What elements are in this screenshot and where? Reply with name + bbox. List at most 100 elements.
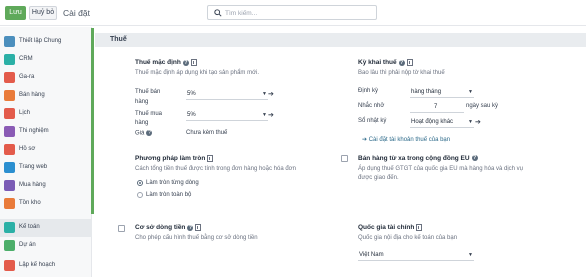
settings-app-sidebar: Thiết lập Chung CRM Ga-ra Bán hàng Lịch … bbox=[0, 27, 92, 277]
lab-app-icon bbox=[4, 126, 15, 137]
eu-oss-checkbox[interactable] bbox=[341, 155, 348, 162]
journal-value: Hoạt động khác bbox=[411, 119, 454, 125]
rounding-heading: Phương pháp làm tròn bbox=[135, 155, 214, 163]
company-building-icon bbox=[207, 155, 214, 162]
arrow-right-icon: ➔ bbox=[362, 137, 369, 143]
sidebar-item-label: Tồn kho bbox=[19, 200, 41, 206]
sidebar-item-planning[interactable]: Lập kế hoạch bbox=[0, 257, 92, 275]
sidebar-item-label: Thi nghiệm bbox=[19, 128, 49, 134]
price-label-text: Giá bbox=[135, 130, 145, 137]
journal-label: Sổ nhật ký bbox=[358, 118, 387, 124]
help-icon[interactable]: ? bbox=[182, 59, 189, 66]
sidebar-item-documents[interactable]: Hồ sơ bbox=[0, 141, 92, 159]
sales-app-icon bbox=[4, 90, 15, 101]
periodicity-value: hàng tháng bbox=[411, 89, 442, 95]
sidebar-item-label: Lập kế hoạch bbox=[19, 262, 56, 268]
arrow-right-icon[interactable]: ➔ bbox=[268, 90, 274, 98]
purchase-tax-label-line2: hàng bbox=[135, 120, 149, 126]
reminder-days-value: 7 bbox=[434, 104, 438, 110]
website-app-icon bbox=[4, 162, 15, 173]
reminder-label: Nhắc nhở bbox=[358, 103, 385, 109]
sidebar-item-label: Bán hàng bbox=[19, 92, 45, 98]
fiscal-country-heading: Quốc gia tài chính bbox=[358, 224, 423, 232]
sidebar-item-website[interactable]: Trang web bbox=[0, 159, 92, 177]
chevron-down-icon: ▼ bbox=[262, 91, 267, 97]
sidebar-item-label: Ga-ra bbox=[19, 74, 35, 80]
sales-tax-value: 5% bbox=[187, 91, 196, 97]
default-taxes-heading: Thuế mặc định? bbox=[135, 59, 197, 66]
accounting-app-icon bbox=[4, 222, 15, 233]
price-label: Giá? bbox=[135, 130, 153, 137]
chevron-down-icon: ▼ bbox=[468, 119, 473, 125]
rounding-description: Cách tổng tiền thuế được tính trong đơn … bbox=[135, 166, 296, 172]
calendar-app-icon bbox=[4, 108, 15, 119]
search-box[interactable] bbox=[207, 5, 377, 20]
sidebar-item-project[interactable]: Dự án bbox=[0, 237, 92, 255]
help-icon[interactable]: ? bbox=[471, 155, 478, 162]
default-taxes-description: Thuế mặc định áp dụng khi tạo sản phẩm m… bbox=[135, 70, 260, 76]
scroll-accent-bar bbox=[91, 28, 94, 214]
save-button[interactable]: Lưu bbox=[5, 6, 26, 20]
chevron-down-icon: ▼ bbox=[262, 112, 267, 118]
journal-select[interactable]: Hoạt động khác ▼ bbox=[410, 118, 474, 128]
sales-tax-select[interactable]: 5% ▼ bbox=[186, 90, 268, 100]
round-per-line-radio[interactable] bbox=[137, 180, 143, 186]
sidebar-item-inventory[interactable]: Tồn kho bbox=[0, 195, 92, 213]
default-taxes-title: Thuế mặc định bbox=[135, 59, 181, 67]
tax-return-title: Kỳ khai thuế bbox=[358, 59, 397, 67]
periodicity-select[interactable]: hàng tháng ▼ bbox=[410, 88, 474, 98]
planning-app-icon bbox=[4, 260, 15, 271]
help-icon[interactable]: ? bbox=[187, 224, 194, 231]
help-icon[interactable]: ? bbox=[398, 59, 405, 66]
round-per-line-label: Làm tròn từng dòng bbox=[146, 180, 199, 186]
sidebar-item-label: Dự án bbox=[19, 242, 36, 248]
sidebar-item-label: Thiết lập Chung bbox=[19, 38, 62, 44]
sidebar-item-crm[interactable]: CRM bbox=[0, 51, 92, 69]
purchase-app-icon bbox=[4, 180, 15, 191]
sidebar-item-label: Kế toán bbox=[19, 224, 40, 230]
sidebar-item-label: Hồ sơ bbox=[19, 146, 36, 152]
chevron-down-icon: ▼ bbox=[468, 89, 473, 95]
search-icon bbox=[214, 9, 222, 17]
company-building-icon bbox=[406, 59, 413, 66]
eu-oss-description-line2: được giao đến. bbox=[358, 175, 399, 181]
sidebar-item-sales[interactable]: Bán hàng bbox=[0, 87, 92, 105]
tax-accounts-link[interactable]: ➔ Cài đặt tài khoản thuế của bạn bbox=[362, 136, 450, 143]
sales-tax-label-line1: Thuế bán bbox=[135, 89, 161, 95]
rounding-title: Phương pháp làm tròn bbox=[135, 155, 206, 163]
tax-accounts-link-text: Cài đặt tài khoản thuế của bạn bbox=[368, 137, 451, 143]
price-tax-mode-select[interactable]: Chưa kèm thuế bbox=[186, 130, 227, 136]
documents-app-icon bbox=[4, 144, 15, 155]
purchase-tax-select[interactable]: 5% ▼ bbox=[186, 111, 268, 121]
sidebar-item-lab[interactable]: Thi nghiệm bbox=[0, 123, 92, 141]
discard-button[interactable]: Huỷ bỏ bbox=[29, 6, 57, 20]
cash-basis-checkbox[interactable] bbox=[118, 225, 125, 232]
sidebar-item-garage[interactable]: Ga-ra bbox=[0, 69, 92, 87]
sidebar-item-accounting[interactable]: Kế toán bbox=[0, 219, 92, 237]
round-globally-radio[interactable] bbox=[137, 192, 143, 198]
eu-oss-heading: Bán hàng từ xa trong cộng đồng EU? bbox=[358, 155, 478, 162]
sidebar-item-general-settings[interactable]: Thiết lập Chung bbox=[0, 33, 92, 51]
page-title: Cài đặt bbox=[63, 8, 90, 18]
eu-oss-title: Bán hàng từ xa trong cộng đồng EU bbox=[358, 155, 470, 162]
sidebar-item-calendar[interactable]: Lịch bbox=[0, 105, 92, 123]
chevron-down-icon: ▼ bbox=[468, 252, 473, 258]
fiscal-country-description: Quốc gia nội địa cho kế toán của bạn bbox=[358, 235, 458, 241]
sidebar-item-label: Mua hàng bbox=[19, 182, 46, 188]
reminder-days-input[interactable]: 7 bbox=[410, 103, 464, 113]
sidebar-item-label: Lịch bbox=[19, 110, 31, 116]
fiscal-country-select[interactable]: Việt Nam ▼ bbox=[358, 251, 474, 261]
section-header-taxes: Thuế bbox=[95, 33, 586, 47]
fiscal-country-title: Quốc gia tài chính bbox=[358, 224, 415, 232]
search-input[interactable] bbox=[225, 7, 373, 19]
sidebar-item-purchase[interactable]: Mua hàng bbox=[0, 177, 92, 195]
garage-app-icon bbox=[4, 72, 15, 83]
inventory-app-icon bbox=[4, 198, 15, 209]
arrow-right-icon[interactable]: ➔ bbox=[268, 111, 274, 119]
eu-oss-description-line1: Áp dụng thuế GTGT của quốc gia EU mà hàn… bbox=[358, 166, 523, 172]
help-icon[interactable]: ? bbox=[146, 130, 153, 136]
project-app-icon bbox=[4, 240, 15, 251]
tax-return-description: Bao lâu thì phải nộp tờ khai thuế bbox=[358, 70, 445, 76]
top-control-bar: Lưu Huỷ bỏ Cài đặt bbox=[0, 0, 586, 26]
arrow-right-icon[interactable]: ➔ bbox=[475, 118, 481, 126]
